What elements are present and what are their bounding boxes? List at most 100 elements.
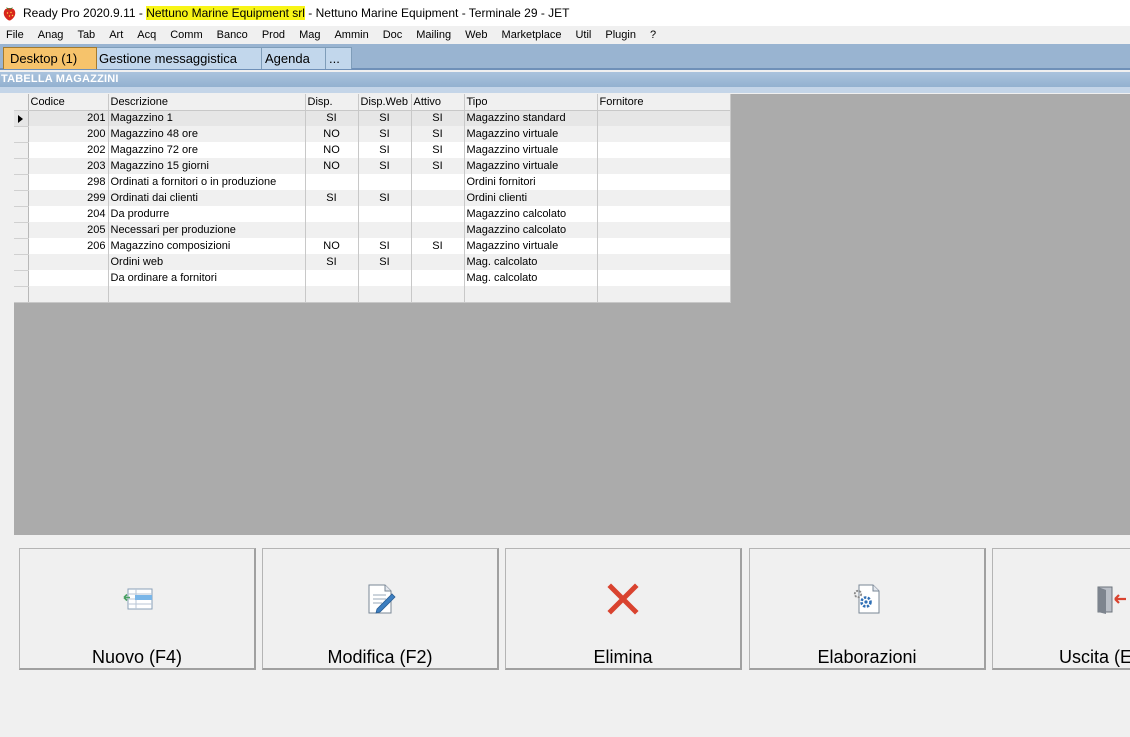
cell-fornitore[interactable] <box>597 126 731 142</box>
cell-codice[interactable]: 204 <box>28 206 109 222</box>
cell-attivo[interactable]: SI <box>411 142 465 158</box>
cell-attivo[interactable] <box>411 206 465 222</box>
cell-descrizione[interactable]: Magazzino 72 ore <box>108 142 306 158</box>
cell-disp[interactable]: NO <box>305 142 359 158</box>
cell-disp[interactable] <box>305 286 359 303</box>
row-indicator[interactable] <box>14 238 29 255</box>
cell-tipo[interactable]: Magazzino virtuale <box>464 158 598 174</box>
menu-plugin[interactable]: Plugin <box>598 26 643 44</box>
cell-tipo[interactable]: Magazzino virtuale <box>464 126 598 142</box>
tab-agenda[interactable]: Agenda <box>258 47 326 69</box>
row-indicator[interactable] <box>14 270 29 287</box>
row-indicator[interactable] <box>14 174 29 191</box>
cell-disp[interactable]: SI <box>305 190 359 206</box>
cell-descrizione[interactable]: Da ordinare a fornitori <box>108 270 306 286</box>
cell-tipo[interactable]: Mag. calcolato <box>464 254 598 270</box>
table-row[interactable]: 299 Ordinati dai clienti SI SI Ordini cl… <box>14 190 731 207</box>
row-indicator[interactable] <box>14 286 29 303</box>
table-row-new[interactable] <box>14 286 731 303</box>
cell-fornitore[interactable] <box>597 286 731 303</box>
row-indicator[interactable] <box>14 158 29 175</box>
cell-tipo[interactable]: Ordini fornitori <box>464 174 598 190</box>
cell-tipo[interactable] <box>464 286 598 303</box>
cell-disp[interactable]: SI <box>305 110 359 126</box>
cell-disp-web[interactable] <box>358 206 412 222</box>
cell-fornitore[interactable] <box>597 238 731 254</box>
cell-attivo[interactable] <box>411 174 465 190</box>
cell-tipo[interactable]: Mag. calcolato <box>464 270 598 286</box>
elaborazioni-button[interactable]: Elaborazioni <box>749 548 986 670</box>
cell-disp-web[interactable] <box>358 174 412 190</box>
cell-codice[interactable]: 202 <box>28 142 109 158</box>
cell-tipo[interactable]: Magazzino calcolato <box>464 222 598 238</box>
cell-disp[interactable] <box>305 222 359 238</box>
menu-help[interactable]: ? <box>643 26 663 44</box>
cell-disp[interactable]: NO <box>305 238 359 254</box>
menu-comm[interactable]: Comm <box>163 26 209 44</box>
cell-disp[interactable]: SI <box>305 254 359 270</box>
table-row[interactable]: 200 Magazzino 48 ore NO SI SI Magazzino … <box>14 126 731 143</box>
cell-fornitore[interactable] <box>597 142 731 158</box>
cell-descrizione[interactable]: Da produrre <box>108 206 306 222</box>
row-indicator[interactable] <box>14 126 29 143</box>
cell-fornitore[interactable] <box>597 174 731 190</box>
cell-descrizione[interactable]: Ordini web <box>108 254 306 270</box>
cell-tipo[interactable]: Magazzino virtuale <box>464 238 598 254</box>
menu-acq[interactable]: Acq <box>130 26 163 44</box>
table-row[interactable]: 298 Ordinati a fornitori o in produzione… <box>14 174 731 191</box>
cell-fornitore[interactable] <box>597 206 731 222</box>
cell-attivo[interactable] <box>411 190 465 206</box>
cell-codice[interactable]: 203 <box>28 158 109 174</box>
cell-codice[interactable]: 299 <box>28 190 109 206</box>
menu-prod[interactable]: Prod <box>255 26 292 44</box>
cell-tipo[interactable]: Magazzino virtuale <box>464 142 598 158</box>
cell-codice[interactable] <box>28 286 109 303</box>
row-indicator[interactable] <box>14 222 29 239</box>
cell-descrizione[interactable]: Ordinati a fornitori o in produzione <box>108 174 306 190</box>
cell-disp-web[interactable]: SI <box>358 254 412 270</box>
column-header-codice[interactable]: Codice <box>28 94 109 111</box>
cell-disp-web[interactable] <box>358 270 412 286</box>
cell-tipo[interactable]: Magazzino standard <box>464 110 598 126</box>
cell-fornitore[interactable] <box>597 158 731 174</box>
table-row[interactable]: 205 Necessari per produzione Magazzino c… <box>14 222 731 239</box>
tab-more[interactable]: ... <box>322 47 352 69</box>
menu-ammin[interactable]: Ammin <box>327 26 375 44</box>
modifica-button[interactable]: Modifica (F2) <box>262 548 499 670</box>
table-row[interactable]: 206 Magazzino composizioni NO SI SI Maga… <box>14 238 731 255</box>
row-indicator[interactable] <box>14 110 29 127</box>
table-row[interactable]: Ordini web SI SI Mag. calcolato <box>14 254 731 271</box>
cell-disp-web[interactable] <box>358 222 412 238</box>
tab-desktop[interactable]: Desktop (1) <box>3 47 97 69</box>
cell-attivo[interactable] <box>411 254 465 270</box>
row-indicator[interactable] <box>14 254 29 271</box>
column-header-disp-web[interactable]: Disp.Web <box>358 94 412 111</box>
column-header-fornitore[interactable]: Fornitore <box>597 94 731 111</box>
column-header-descrizione[interactable]: Descrizione <box>108 94 306 111</box>
column-header-attivo[interactable]: Attivo <box>411 94 465 111</box>
table-row[interactable]: Da ordinare a fornitori Mag. calcolato <box>14 270 731 287</box>
menu-web[interactable]: Web <box>458 26 494 44</box>
cell-descrizione[interactable]: Magazzino composizioni <box>108 238 306 254</box>
cell-codice[interactable]: 298 <box>28 174 109 190</box>
table-row[interactable]: 204 Da produrre Magazzino calcolato <box>14 206 731 223</box>
table-row[interactable]: 202 Magazzino 72 ore NO SI SI Magazzino … <box>14 142 731 159</box>
menu-file[interactable]: File <box>0 26 31 44</box>
nuovo-button[interactable]: Nuovo (F4) <box>19 548 256 670</box>
cell-descrizione[interactable]: Ordinati dai clienti <box>108 190 306 206</box>
column-header-tipo[interactable]: Tipo <box>464 94 598 111</box>
row-indicator[interactable] <box>14 206 29 223</box>
column-header-disp[interactable]: Disp. <box>305 94 359 111</box>
cell-fornitore[interactable] <box>597 190 731 206</box>
uscita-button[interactable]: Uscita (E <box>992 548 1130 670</box>
menu-banco[interactable]: Banco <box>210 26 255 44</box>
cell-fornitore[interactable] <box>597 110 731 126</box>
cell-disp-web[interactable]: SI <box>358 158 412 174</box>
menu-anag[interactable]: Anag <box>31 26 71 44</box>
menu-art[interactable]: Art <box>102 26 130 44</box>
cell-tipo[interactable]: Ordini clienti <box>464 190 598 206</box>
cell-descrizione[interactable]: Necessari per produzione <box>108 222 306 238</box>
menu-tab[interactable]: Tab <box>70 26 102 44</box>
cell-descrizione[interactable]: Magazzino 1 <box>108 110 306 126</box>
cell-attivo[interactable]: SI <box>411 238 465 254</box>
